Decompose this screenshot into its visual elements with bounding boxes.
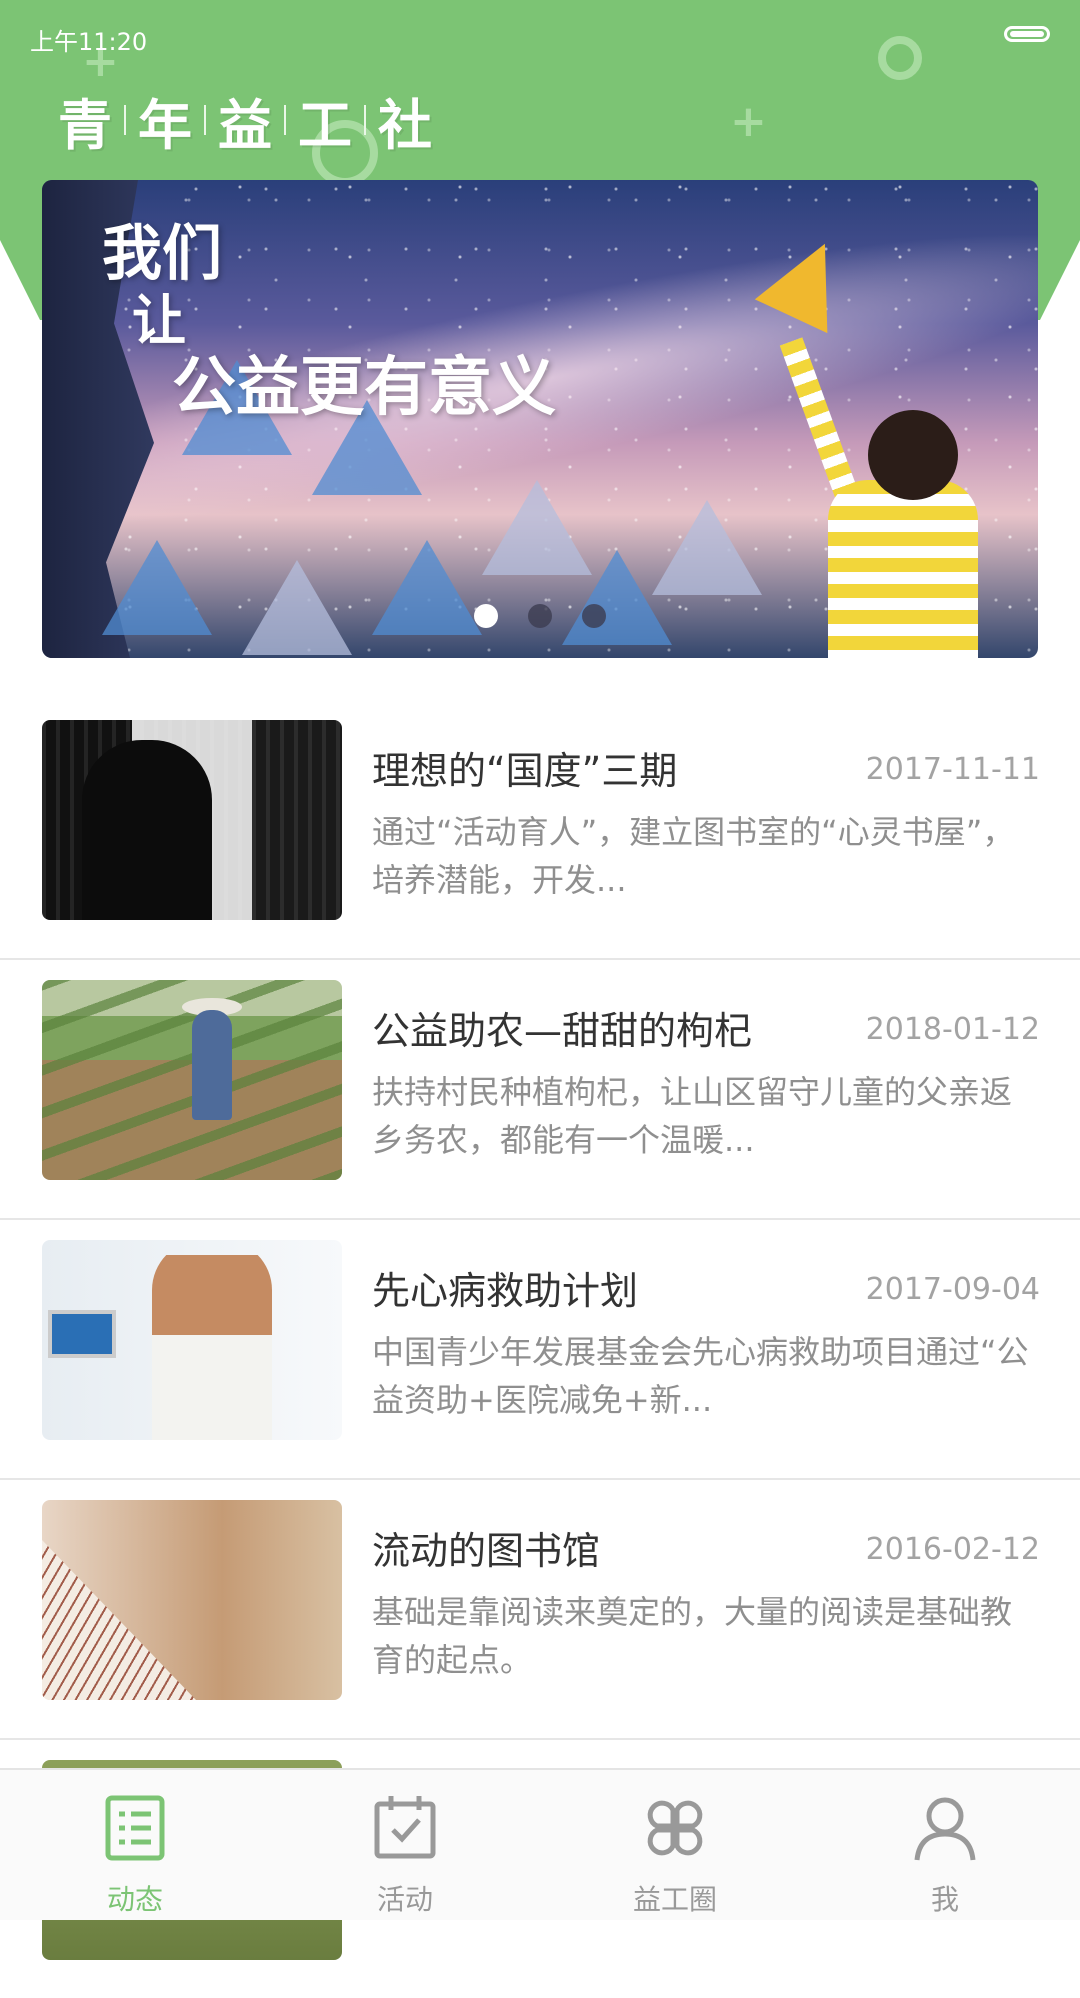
news-date: 2018-01-12 [865, 1012, 1040, 1047]
news-thumbnail [42, 980, 342, 1180]
news-list-icon [105, 1795, 165, 1861]
brand-char: 社 [378, 93, 432, 157]
news-title: 先心病救助计划 [372, 1269, 639, 1313]
news-item[interactable]: 流动的图书馆 2016-02-12 基础是靠阅读来奠定的，大量的阅读是基础教育的… [0, 1480, 1080, 1740]
brand-separator [124, 105, 126, 135]
banner-triangle [652, 500, 762, 595]
banner-slogan: 我们 让 公益更有意义 [102, 220, 556, 425]
banner-slogan-line: 让 [132, 288, 186, 352]
brand-char: 年 [138, 93, 192, 157]
tab-label: 益工圈 [632, 1883, 717, 1916]
tab-label: 动态 [106, 1883, 163, 1916]
tab-circle[interactable]: 益工圈 [540, 1770, 810, 1920]
tab-label: 活动 [376, 1883, 433, 1916]
decor-plus-icon: + [730, 96, 767, 147]
status-time: 上午11:20 [30, 28, 148, 56]
app-brand-title: 青 年 益 工 社 [58, 85, 432, 157]
tab-news[interactable]: 动态 [0, 1770, 270, 1920]
news-date: 2017-11-11 [865, 752, 1040, 787]
brand-separator [284, 105, 286, 135]
banner-slogan-line: 我们 [102, 219, 222, 289]
status-bar: 上午11:20 [0, 0, 1080, 70]
banner-slogan-line: 公益更有意义 [172, 350, 556, 426]
news-desc: 通过“活动育人”，建立图书室的“心灵书屋”，培养潜能，开发... [372, 813, 1015, 899]
four-petal-icon [647, 1800, 703, 1856]
banner-carousel[interactable]: 我们 让 公益更有意义 [42, 180, 1038, 658]
news-thumbnail [42, 1240, 342, 1440]
carousel-dot[interactable] [528, 604, 552, 628]
calendar-check-icon [374, 1796, 436, 1859]
news-item[interactable]: 理想的“国度”三期 2017-11-11 通过“活动育人”，建立图书室的“心灵书… [0, 700, 1080, 960]
tab-me[interactable]: 我 [810, 1770, 1080, 1920]
news-thumbnail [42, 1500, 342, 1700]
brand-separator [204, 105, 206, 135]
bottom-tab-bar: 动态 活动 益工圈 我 [0, 1768, 1080, 1920]
news-date: 2017-09-04 [865, 1272, 1040, 1307]
news-item[interactable]: 公益助农—甜甜的枸杞 2018-01-12 扶持村民种植枸杞，让山区留守儿童的父… [0, 960, 1080, 1220]
brand-separator [364, 105, 366, 135]
carousel-dot[interactable] [474, 604, 498, 628]
banner-child [828, 480, 978, 658]
carousel-dot[interactable] [582, 604, 606, 628]
news-desc: 中国青少年发展基金会先心病救助项目通过“公益资助+医院减免+新... [372, 1333, 1029, 1419]
news-thumbnail [42, 720, 342, 920]
news-title: 流动的图书馆 [372, 1529, 601, 1573]
brand-char: 益 [218, 93, 272, 157]
carousel-indicator [42, 604, 1038, 628]
tab-activities[interactable]: 活动 [270, 1770, 540, 1920]
battery-icon [1004, 26, 1050, 42]
brand-char: 青 [58, 93, 112, 157]
news-title: 公益助农—甜甜的枸杞 [372, 1009, 753, 1053]
brand-char: 工 [298, 93, 352, 157]
news-title: 理想的“国度”三期 [372, 749, 678, 793]
user-icon [914, 1797, 976, 1861]
news-desc: 扶持村民种植枸杞，让山区留守儿童的父亲返乡务农，都能有一个温暖... [372, 1073, 1013, 1159]
tab-label: 我 [930, 1883, 959, 1916]
news-item[interactable]: 先心病救助计划 2017-09-04 中国青少年发展基金会先心病救助项目通过“公… [0, 1220, 1080, 1480]
banner-child-head [868, 410, 958, 500]
news-desc: 基础是靠阅读来奠定的，大量的阅读是基础教育的起点。 [372, 1593, 1013, 1679]
news-date: 2016-02-12 [865, 1532, 1040, 1567]
